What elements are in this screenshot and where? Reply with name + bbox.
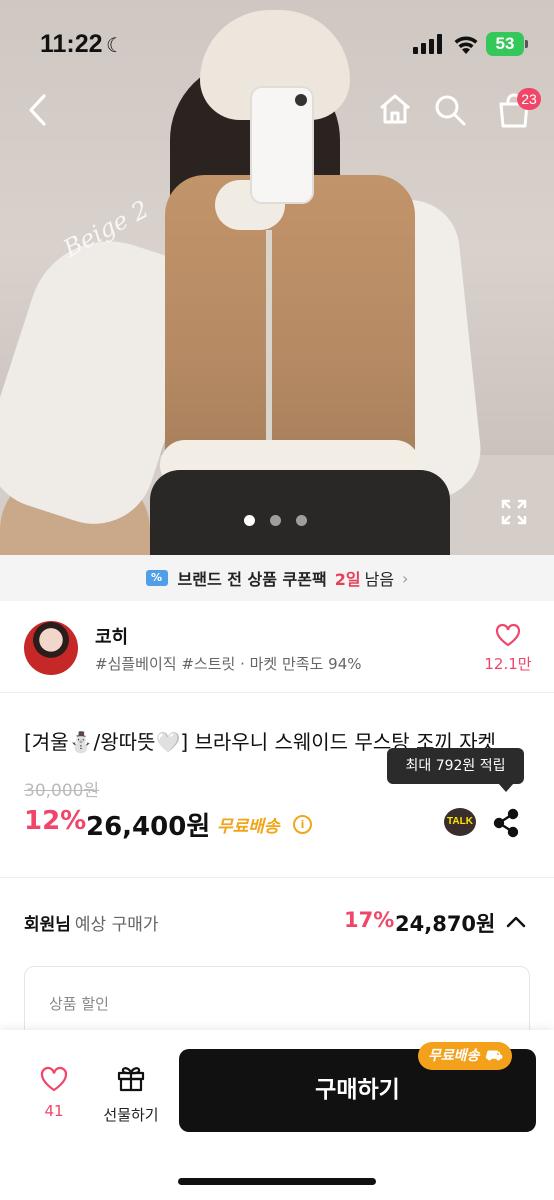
search-icon[interactable] <box>432 92 468 128</box>
coupon-pack-banner[interactable]: % 브랜드 전 상품 쿠폰팩 2일 남음 › <box>0 555 554 601</box>
expand-icon[interactable] <box>500 498 528 526</box>
section-divider <box>0 877 554 878</box>
member-discount-rate: 17% <box>344 908 395 932</box>
gift-icon <box>117 1067 145 1092</box>
like-button[interactable]: 41 <box>34 1066 74 1120</box>
seller-like-button[interactable]: 12.1만 <box>482 623 534 675</box>
heart-icon <box>495 623 521 647</box>
gift-label: 선물하기 <box>103 1106 159 1124</box>
product-discount-label: 상품 할인 <box>49 995 109 1013</box>
member-label-bold: 회원님 <box>24 915 71 935</box>
signal-icon <box>413 34 443 54</box>
coupon-text: 브랜드 전 상품 쿠폰팩 <box>177 570 327 589</box>
image-vest <box>165 175 415 475</box>
moon-icon: ☾ <box>106 33 124 57</box>
back-icon[interactable] <box>22 90 58 130</box>
tooltip-tail <box>498 783 514 792</box>
heart-icon <box>40 1066 68 1092</box>
seller-tags: #심플베이직 #스트릿 · 마켓 만족도 94% <box>95 655 362 673</box>
discount-rate: 12% <box>24 806 87 836</box>
status-time: 11:22 <box>40 30 103 58</box>
seller-name[interactable]: 코히 <box>95 623 128 649</box>
like-count: 41 <box>44 1102 64 1120</box>
points-tooltip: 최대 792원 적립 <box>387 748 524 784</box>
seller-section: 코히 #심플베이직 #스트릿 · 마켓 만족도 94% 12.1만 <box>0 601 554 693</box>
chevron-right-icon: › <box>402 568 409 588</box>
coupon-days-left: 2일 <box>334 570 361 589</box>
carousel-dots <box>244 515 314 527</box>
carousel-dot[interactable] <box>244 515 255 526</box>
original-price: 30,000원 <box>24 781 100 801</box>
carousel-dot[interactable] <box>296 515 307 526</box>
member-label-rest: 예상 구매가 <box>74 915 159 935</box>
info-icon[interactable]: i <box>293 815 312 834</box>
home-indicator <box>178 1178 376 1185</box>
coupon-remaining-label: 남음 <box>364 570 395 589</box>
image-zipper <box>266 230 272 470</box>
status-bar: 11:22 ☾ 53 <box>0 0 554 84</box>
image-phone-camera <box>295 94 307 106</box>
wifi-icon <box>454 36 478 54</box>
kakaotalk-share-icon[interactable]: TALK <box>444 808 476 836</box>
seller-like-count: 12.1만 <box>484 655 532 673</box>
free-shipping-badge-text: 무료배송 <box>428 1048 480 1064</box>
truck-icon: ⛟ <box>484 1048 503 1064</box>
cart-count-badge: 23 <box>517 88 541 110</box>
bottom-purchase-bar: 41 선물하기 구매하기 무료배송 ⛟ <box>0 1030 554 1200</box>
share-icon[interactable] <box>492 808 520 838</box>
chevron-up-icon[interactable] <box>504 910 528 934</box>
free-shipping-badge: 무료배송 ⛟ <box>418 1042 513 1070</box>
carousel-dot[interactable] <box>270 515 281 526</box>
seller-avatar[interactable] <box>24 621 78 675</box>
free-shipping-label: 무료배송 <box>217 817 280 837</box>
member-price-label: 회원님 예상 구매가 <box>24 910 159 935</box>
sale-price: 26,400원 <box>86 812 211 842</box>
battery-icon: 53 <box>486 32 524 56</box>
member-price: 24,870원 <box>395 912 496 936</box>
gift-button[interactable]: 선물하기 <box>96 1064 166 1125</box>
battery-tip <box>525 40 528 48</box>
home-icon[interactable] <box>376 90 414 128</box>
ticket-icon: % <box>145 570 168 586</box>
image-skirt <box>150 470 450 555</box>
